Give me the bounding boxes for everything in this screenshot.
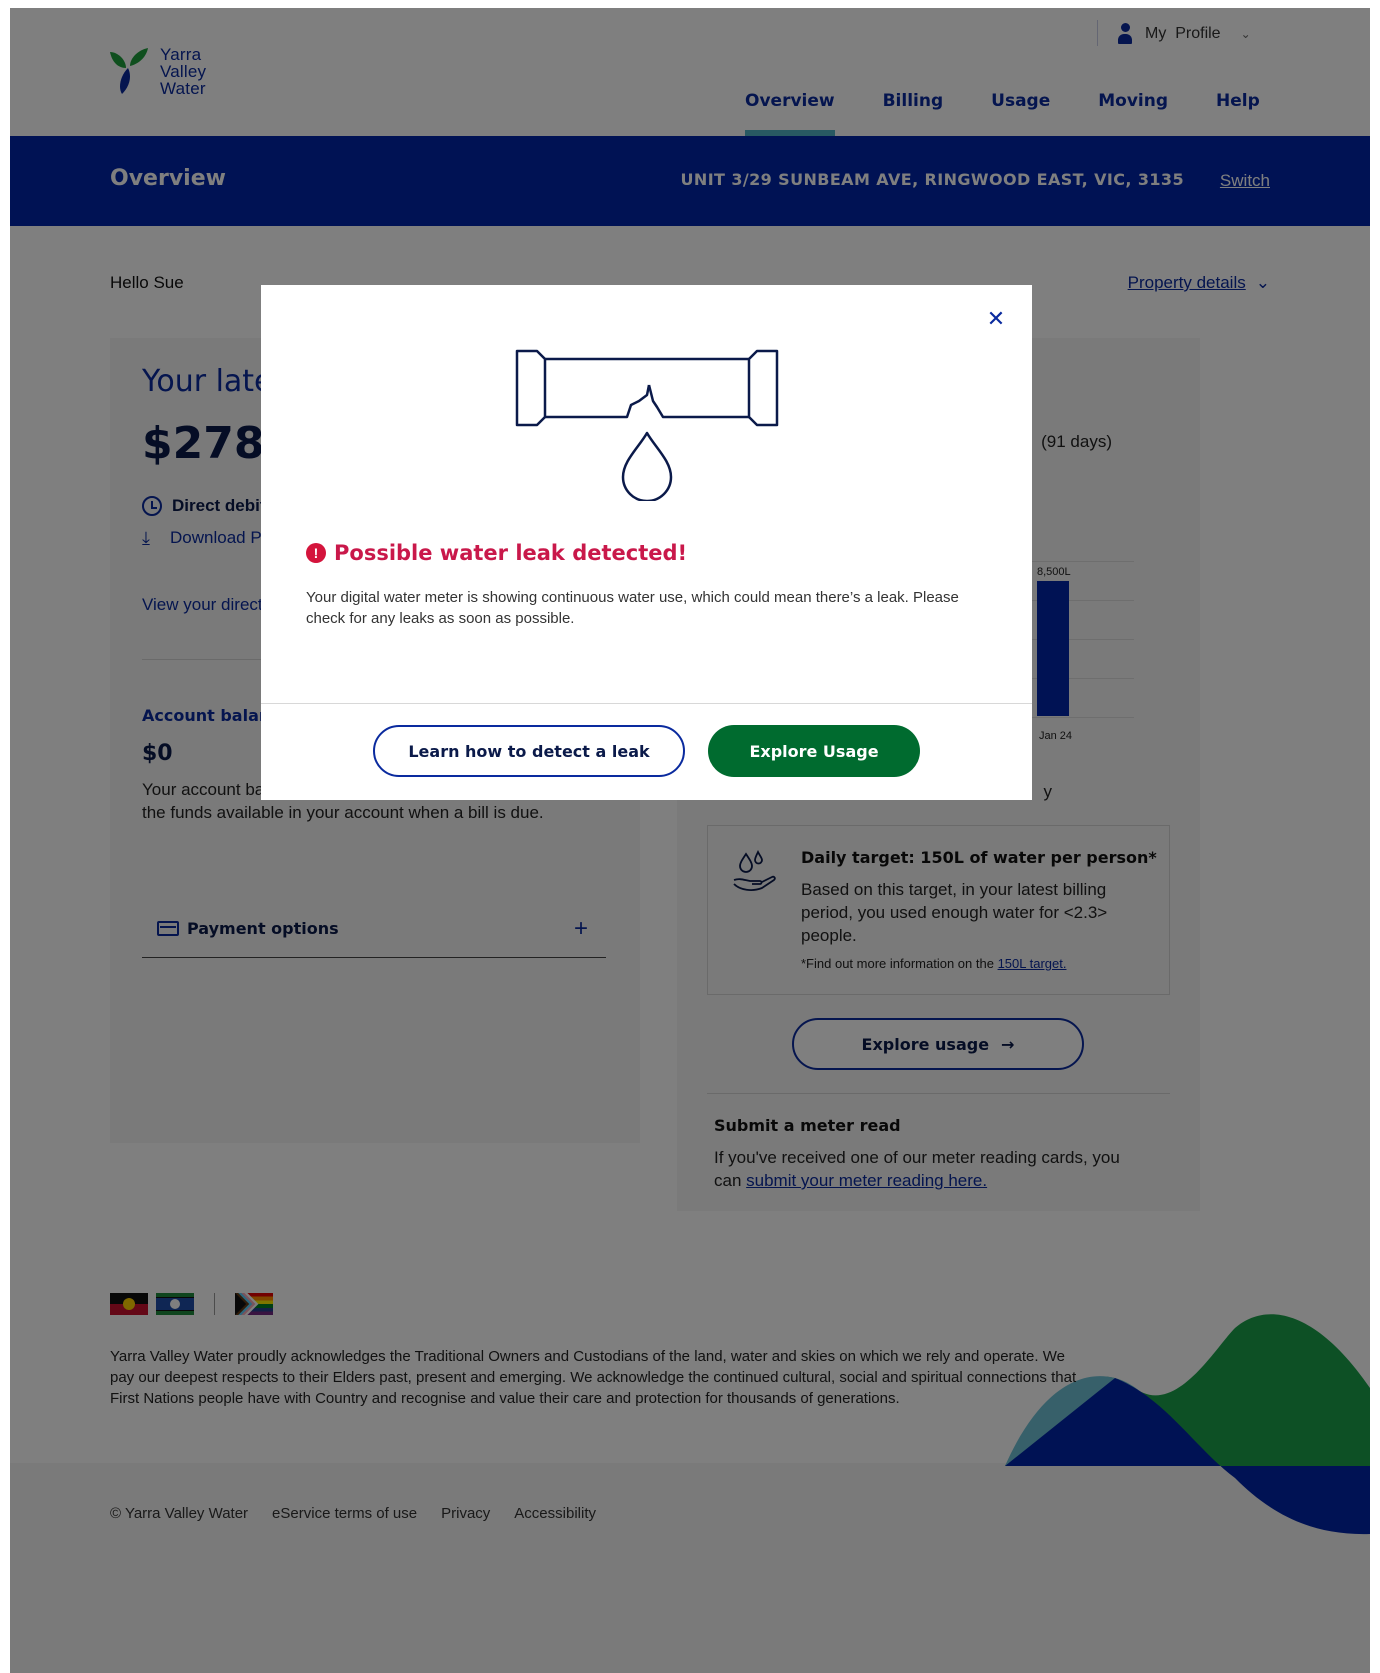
alert-title: Possible water leak detected! [334,541,688,565]
explore-usage-modal-button[interactable]: Explore Usage [708,725,920,777]
close-icon[interactable]: ✕ [984,307,1008,331]
alert-exclamation-icon: ! [306,543,326,563]
page: My Profile ⌄ Yarra Valley Water Overview… [10,8,1370,1673]
leaking-pipe-icon [515,349,779,501]
alert-heading: ! Possible water leak detected! [306,541,687,565]
learn-detect-leak-button[interactable]: Learn how to detect a leak [373,725,685,777]
alert-body: Your digital water meter is showing cont… [306,589,959,627]
leak-alert-modal: ✕ ! Possible water leak detected! Your d… [261,285,1032,800]
modal-overlay[interactable] [10,8,1370,1673]
modal-divider [261,703,1032,704]
